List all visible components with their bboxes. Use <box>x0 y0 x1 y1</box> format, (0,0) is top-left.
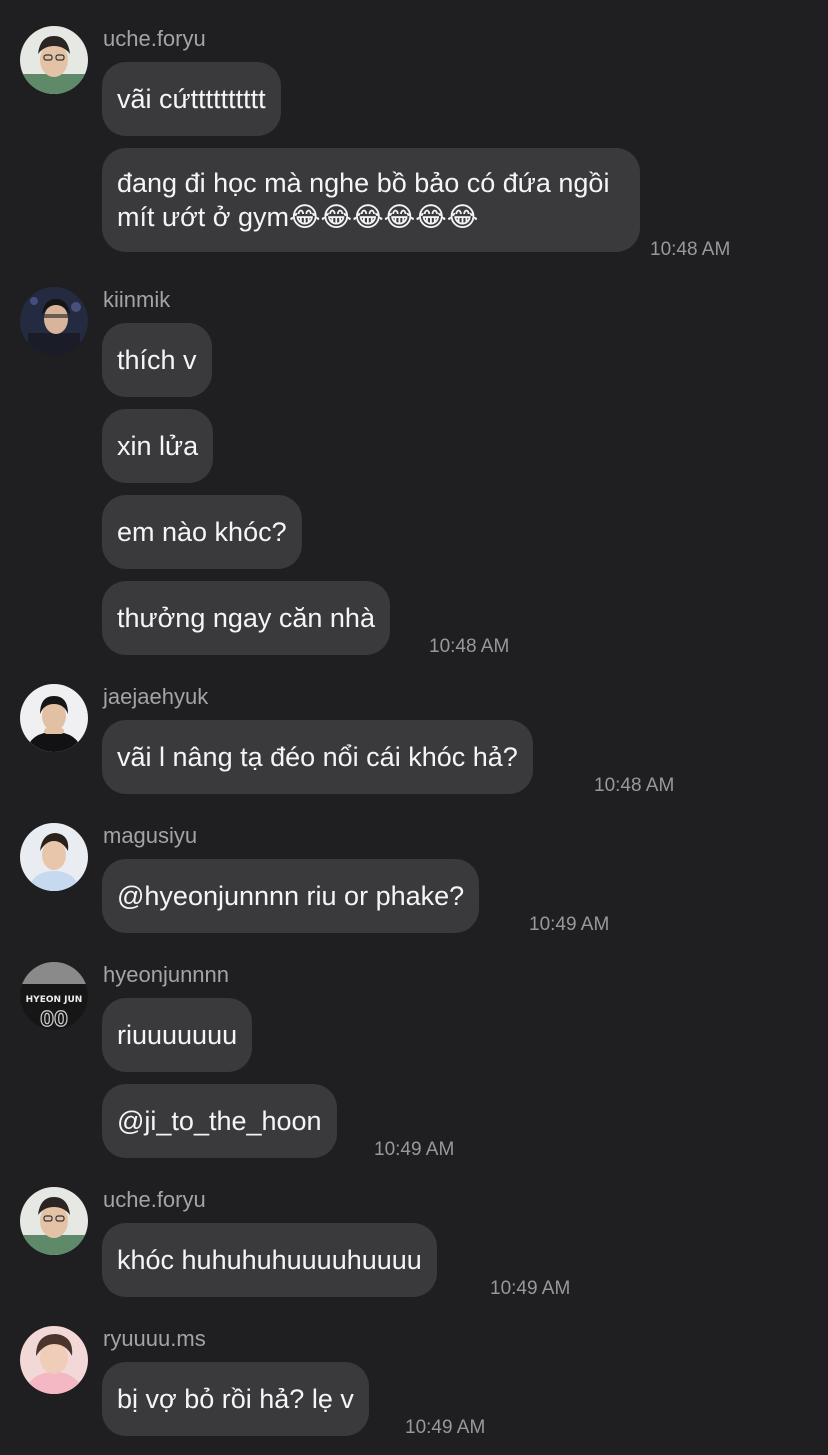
avatar-jaejaehyuk-image <box>20 684 88 752</box>
avatar[interactable] <box>20 684 88 752</box>
timestamp: 10:48 AM <box>594 775 675 796</box>
timestamp: 10:49 AM <box>529 914 610 935</box>
message-bubble[interactable]: đang đi học mà nghe bồ bảo có đứa ngồi m… <box>102 148 640 252</box>
message-bubble[interactable]: bị vợ bỏ rồi hả? lẹ v <box>102 1362 369 1436</box>
username[interactable]: kiinmik <box>103 287 170 313</box>
avatar[interactable] <box>20 823 88 891</box>
timestamp: 10:49 AM <box>374 1139 455 1160</box>
avatar[interactable] <box>20 26 88 94</box>
svg-text:00: 00 <box>40 1007 68 1030</box>
chat-thread[interactable]: uche.foryu vãi cứtttttttttt đang đi học … <box>0 0 828 1455</box>
message-bubble[interactable]: vãi l nâng tạ đéo nổi cái khóc hả? <box>102 720 533 794</box>
avatar[interactable] <box>20 1326 88 1394</box>
message-bubble[interactable]: riuuuuuuu <box>102 998 253 1072</box>
message-bubble[interactable]: khóc huhuhuhuuuuhuuuu <box>102 1223 437 1297</box>
message-bubble[interactable]: em nào khóc? <box>102 495 302 569</box>
username[interactable]: uche.foryu <box>103 26 206 52</box>
message-bubble[interactable]: thích v <box>102 323 212 397</box>
message-bubble[interactable]: vãi cứtttttttttt <box>102 62 281 136</box>
avatar-uche-image <box>20 1187 88 1255</box>
username[interactable]: ryuuuu.ms <box>103 1326 206 1352</box>
avatar-uche-image <box>20 26 88 94</box>
username[interactable]: uche.foryu <box>103 1187 206 1213</box>
avatar[interactable]: HYEON JUN 00 <box>20 962 88 1030</box>
timestamp: 10:48 AM <box>650 239 731 260</box>
username[interactable]: jaejaehyuk <box>103 684 208 710</box>
username[interactable]: magusiyu <box>103 823 197 849</box>
timestamp: 10:48 AM <box>429 636 510 657</box>
message-bubble[interactable]: @ji_to_the_hoon <box>102 1084 337 1158</box>
avatar-magusiyu-image <box>20 823 88 891</box>
message-bubble[interactable]: xin lửa <box>102 409 214 483</box>
message-bubble[interactable]: @hyeonjunnnn riu or phake? <box>102 859 480 933</box>
timestamp: 10:49 AM <box>490 1278 571 1299</box>
avatar[interactable] <box>20 287 88 355</box>
username[interactable]: hyeonjunnnn <box>103 962 229 988</box>
timestamp: 10:49 AM <box>405 1417 486 1438</box>
avatar-kiinmik-image <box>20 287 88 355</box>
avatar-ryuuuu-image <box>20 1326 88 1394</box>
jersey-name-text: HYEON JUN <box>26 995 83 1005</box>
avatar[interactable] <box>20 1187 88 1255</box>
message-bubble[interactable]: thưởng ngay căn nhà <box>102 581 390 655</box>
avatar-hyeonjunnnn-image: HYEON JUN 00 <box>20 962 88 1030</box>
